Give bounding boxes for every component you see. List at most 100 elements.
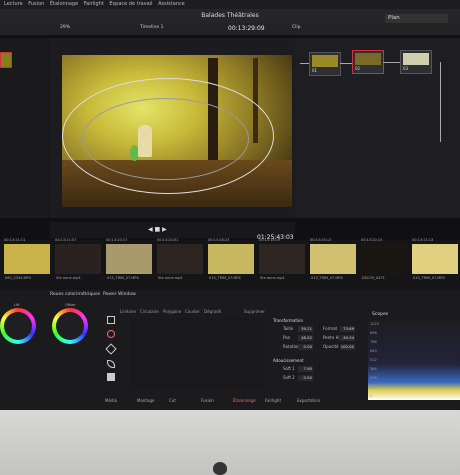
clip-timecode: 00:13:21:13: [412, 238, 434, 242]
menu-etalonnage[interactable]: Étalonnage: [50, 1, 78, 7]
node-01[interactable]: 01: [309, 52, 341, 76]
clip-thumbnail[interactable]: DSC09_0473: [361, 244, 407, 280]
page-tab[interactable]: Exportation: [297, 398, 320, 403]
clip-menu[interactable]: Clip: [292, 25, 301, 30]
transform-value[interactable]: 0.00: [298, 344, 313, 350]
node-thumbnail: [355, 53, 381, 65]
tab-circular[interactable]: Circulaire: [140, 309, 159, 314]
clip-thumbnail[interactable]: Ste anne.mp4: [259, 244, 305, 280]
transform-title: Transformation: [273, 318, 304, 323]
scope-scale-label: 768: [370, 340, 377, 344]
node-connection: [340, 63, 352, 64]
monitor-bezel: [0, 410, 460, 475]
waveform-scope: [368, 320, 460, 400]
clip-timecode: 00:13:16:19: [259, 238, 281, 242]
gradient-window-icon[interactable]: [107, 373, 115, 381]
apple-logo-icon: [213, 462, 227, 475]
node-connection: [300, 63, 309, 64]
window-list: [130, 318, 265, 388]
menu-fusion[interactable]: Fusion: [28, 1, 44, 7]
node-thumbnail: [312, 55, 338, 67]
node-connection: [383, 62, 400, 63]
zoom-level[interactable]: 29%: [60, 25, 70, 30]
clip-timecode: 00:13:21:11: [4, 238, 26, 242]
transform-value[interactable]: 73.69: [340, 326, 355, 332]
color-wheels-header: Roues colorimétriques: [50, 292, 101, 297]
power-window-header: Power Window: [103, 292, 136, 297]
transform-label: Pente H.: [323, 335, 340, 340]
menu-assistance[interactable]: Assistance: [158, 1, 185, 7]
menu-workspace[interactable]: Espace de travail: [109, 1, 152, 7]
softness-title: Adoucissement: [273, 358, 304, 363]
plan-dropdown[interactable]: Plan: [385, 14, 448, 23]
clip-thumbnail[interactable]: 015_TRIM_07.MP4: [412, 244, 458, 280]
node-03[interactable]: 03: [400, 50, 432, 74]
clip-label: 015_TRIM_07.MP4: [107, 276, 139, 280]
clip-label: Ste anne.mp4: [260, 276, 285, 280]
monitor-screen: Lecture Fusion Étalonnage Fairlight Espa…: [0, 0, 460, 410]
softness-value[interactable]: 0.50: [298, 375, 313, 381]
clip-timecode: 00:13:21:07: [55, 238, 77, 242]
scope-scale-label: 384: [370, 367, 377, 371]
clip-label: 013_TRIM_07.MP4: [311, 276, 343, 280]
tab-polygon[interactable]: Polygone: [163, 309, 181, 314]
linear-window-icon[interactable]: [107, 316, 115, 324]
clip-thumbnail[interactable]: 015_TRIM_07.MP4: [106, 244, 152, 280]
clip-thumbnail[interactable]: Ste anne.mp4: [55, 244, 101, 280]
scope-scale-label: 640: [370, 349, 377, 353]
tab-curve[interactable]: Courbe: [185, 309, 199, 314]
transform-label: Format: [323, 326, 338, 331]
play-icon[interactable]: ◀ ■ ▶: [148, 226, 167, 233]
clip-label: IMG_2344.MP4: [5, 276, 31, 280]
clip-timecode: 00:13:20:17: [106, 238, 128, 242]
tab-linear[interactable]: Linéaire: [120, 309, 136, 314]
node-id: 03: [403, 66, 409, 71]
node-thumbnail: [403, 53, 429, 65]
clip-timecode: 00:13:20:13: [361, 238, 383, 242]
toolbar-timecode: 00:13:29:09: [228, 25, 265, 32]
clip-label: 015_TRIM_07.MP4: [413, 276, 445, 280]
transform-value[interactable]: 39.21: [298, 326, 313, 332]
scope-scale-label: 128: [370, 385, 377, 389]
power-window-inner[interactable]: [82, 98, 249, 180]
clip-label: DSC09_0473: [362, 276, 385, 280]
clip-thumbnail[interactable]: 015_TRIM_07.MP4: [208, 244, 254, 280]
transform-label: Opacité: [323, 344, 339, 349]
clip-thumbnail[interactable]: 013_TRIM_07.MP4: [310, 244, 356, 280]
page-tab[interactable]: Montage: [137, 398, 154, 403]
softness-value[interactable]: 7.90: [298, 366, 313, 372]
node-connection: [440, 62, 441, 142]
transform-value[interactable]: 49.34: [340, 335, 355, 341]
clip-timecode: 00:13:20:31: [157, 238, 179, 242]
transform-value[interactable]: 48.52: [298, 335, 313, 341]
transform-label: Pan: [283, 335, 291, 340]
clip-thumbnail[interactable]: IMG_2344.MP4: [4, 244, 50, 280]
project-title: Balades Théâtrales: [201, 12, 259, 19]
scope-scale-label: 512: [370, 358, 377, 362]
clip-label: Ste anne.mp4: [56, 276, 81, 280]
tab-gradient[interactable]: Dégradé: [204, 309, 221, 314]
circle-window-icon[interactable]: [107, 330, 115, 338]
scope-scale-label: 256: [370, 376, 377, 380]
menu-lecture[interactable]: Lecture: [4, 1, 23, 7]
transform-value[interactable]: 100.00: [340, 344, 355, 350]
clip-label: 015_TRIM_07.MP4: [209, 276, 241, 280]
page-tab[interactable]: Fairlight: [265, 398, 281, 403]
page-tab[interactable]: Fusion: [201, 398, 214, 403]
page-tab[interactable]: Cut: [169, 398, 176, 403]
remove-button[interactable]: Supprimer: [244, 309, 265, 314]
page-tab[interactable]: Média: [105, 398, 117, 403]
node-02[interactable]: 02: [352, 50, 384, 74]
clip-thumbnail[interactable]: Ste anne.mp4: [157, 244, 203, 280]
scope-scale-label: 1023: [370, 322, 379, 326]
gallery-still[interactable]: [0, 52, 12, 68]
menu-fairlight[interactable]: Fairlight: [84, 1, 104, 7]
offset-color-wheel[interactable]: [52, 308, 88, 344]
page-tab[interactable]: Étalonnage: [233, 398, 256, 403]
menu-bar: Lecture Fusion Étalonnage Fairlight Espa…: [0, 0, 460, 9]
clip-timecode: 00:13:25:13: [310, 238, 332, 242]
scope-scale-label: 896: [370, 331, 377, 335]
timeline-name[interactable]: Timeline 1: [140, 25, 163, 30]
lift-color-wheel[interactable]: [0, 308, 36, 344]
node-id: 02: [355, 66, 361, 71]
